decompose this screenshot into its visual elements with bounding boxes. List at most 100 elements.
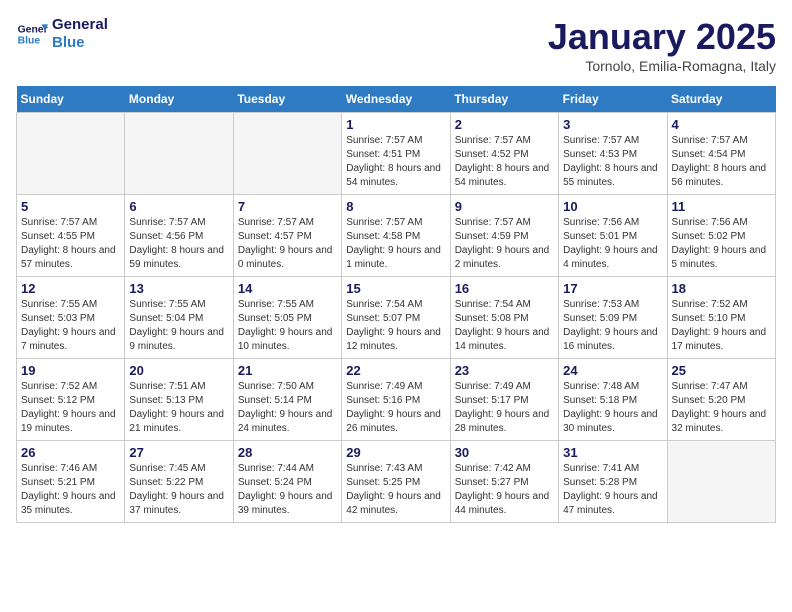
header: General Blue General Blue January 2025 T… <box>16 16 776 74</box>
calendar-cell: 3 Sunrise: 7:57 AMSunset: 4:53 PMDaylight… <box>559 113 667 195</box>
location-subtitle: Tornolo, Emilia-Romagna, Italy <box>548 58 776 74</box>
day-info: Sunrise: 7:57 AMSunset: 4:58 PMDaylight:… <box>346 216 445 272</box>
day-info: Sunrise: 7:57 AMSunset: 4:53 PMDaylight:… <box>563 134 662 190</box>
day-info: Sunrise: 7:56 AMSunset: 5:02 PMDaylight:… <box>672 216 771 272</box>
calendar-cell <box>17 113 125 195</box>
calendar-cell: 28Sunrise: 7:44 AMSunset: 5:24 PMDayligh… <box>233 441 341 523</box>
logo: General Blue General Blue <box>16 16 108 52</box>
day-number: 11 <box>672 199 771 214</box>
day-info: Sunrise: 7:49 AMSunset: 5:16 PMDaylight:… <box>346 380 445 436</box>
day-number: 13 <box>129 281 228 296</box>
calendar-cell: 10 Sunrise: 7:56 AMSunset: 5:01 PMDayligh… <box>559 195 667 277</box>
day-info: Sunrise: 7:45 AMSunset: 5:22 PMDaylight:… <box>129 462 228 518</box>
day-number: 24 <box>563 363 662 378</box>
calendar-cell <box>667 441 775 523</box>
calendar-cell: 2 Sunrise: 7:57 AMSunset: 4:52 PMDaylight… <box>450 113 558 195</box>
day-number: 26 <box>21 445 120 460</box>
day-number: 25 <box>672 363 771 378</box>
calendar-week-3: 12 Sunrise: 7:55 AMSunset: 5:03 PMDayligh… <box>17 277 776 359</box>
day-info: Sunrise: 7:52 AMSunset: 5:12 PMDaylight:… <box>21 380 120 436</box>
day-number: 22 <box>346 363 445 378</box>
calendar-cell: 7 Sunrise: 7:57 AMSunset: 4:57 PMDaylight… <box>233 195 341 277</box>
day-info: Sunrise: 7:56 AMSunset: 5:01 PMDaylight:… <box>563 216 662 272</box>
calendar-cell: 29Sunrise: 7:43 AMSunset: 5:25 PMDayligh… <box>342 441 450 523</box>
day-number: 6 <box>129 199 228 214</box>
column-header-friday: Friday <box>559 86 667 113</box>
day-info: Sunrise: 7:54 AMSunset: 5:07 PMDaylight:… <box>346 298 445 354</box>
day-info: Sunrise: 7:49 AMSunset: 5:17 PMDaylight:… <box>455 380 554 436</box>
calendar-cell: 18 Sunrise: 7:52 AMSunset: 5:10 PMDayligh… <box>667 277 775 359</box>
column-header-thursday: Thursday <box>450 86 558 113</box>
calendar-week-5: 26 Sunrise: 7:46 AMSunset: 5:21 PMDayligh… <box>17 441 776 523</box>
day-info: Sunrise: 7:52 AMSunset: 5:10 PMDaylight:… <box>672 298 771 354</box>
logo-text-line2: Blue <box>52 34 108 52</box>
day-number: 31 <box>563 445 662 460</box>
day-info: Sunrise: 7:57 AMSunset: 4:51 PMDaylight:… <box>346 134 445 190</box>
day-info: Sunrise: 7:54 AMSunset: 5:08 PMDaylight:… <box>455 298 554 354</box>
calendar-cell <box>125 113 233 195</box>
day-number: 12 <box>21 281 120 296</box>
svg-text:Blue: Blue <box>18 36 41 47</box>
day-info: Sunrise: 7:55 AMSunset: 5:03 PMDaylight:… <box>21 298 120 354</box>
day-number: 21 <box>238 363 337 378</box>
calendar-cell: 9Sunrise: 7:57 AMSunset: 4:59 PMDaylight… <box>450 195 558 277</box>
calendar-cell: 21Sunrise: 7:50 AMSunset: 5:14 PMDayligh… <box>233 359 341 441</box>
column-header-monday: Monday <box>125 86 233 113</box>
logo-icon: General Blue <box>16 18 48 50</box>
calendar-cell: 4 Sunrise: 7:57 AMSunset: 4:54 PMDaylight… <box>667 113 775 195</box>
calendar-cell: 12 Sunrise: 7:55 AMSunset: 5:03 PMDayligh… <box>17 277 125 359</box>
calendar-cell: 24 Sunrise: 7:48 AMSunset: 5:18 PMDayligh… <box>559 359 667 441</box>
day-number: 4 <box>672 117 771 132</box>
day-number: 20 <box>129 363 228 378</box>
calendar-cell: 6Sunrise: 7:57 AMSunset: 4:56 PMDaylight… <box>125 195 233 277</box>
day-number: 18 <box>672 281 771 296</box>
day-number: 8 <box>346 199 445 214</box>
day-info: Sunrise: 7:51 AMSunset: 5:13 PMDaylight:… <box>129 380 228 436</box>
title-area: January 2025 Tornolo, Emilia-Romagna, It… <box>548 16 776 74</box>
calendar-cell: 13 Sunrise: 7:55 AMSunset: 5:04 PMDayligh… <box>125 277 233 359</box>
day-number: 14 <box>238 281 337 296</box>
column-header-saturday: Saturday <box>667 86 775 113</box>
column-header-tuesday: Tuesday <box>233 86 341 113</box>
calendar-cell: 8 Sunrise: 7:57 AMSunset: 4:58 PMDaylight… <box>342 195 450 277</box>
calendar-cell: 16 Sunrise: 7:54 AMSunset: 5:08 PMDayligh… <box>450 277 558 359</box>
day-info: Sunrise: 7:41 AMSunset: 5:28 PMDaylight:… <box>563 462 662 518</box>
calendar-cell: 5Sunrise: 7:57 AMSunset: 4:55 PMDaylight… <box>17 195 125 277</box>
calendar-cell: 11 Sunrise: 7:56 AMSunset: 5:02 PMDayligh… <box>667 195 775 277</box>
day-number: 10 <box>563 199 662 214</box>
day-number: 2 <box>455 117 554 132</box>
day-number: 5 <box>21 199 120 214</box>
day-info: Sunrise: 7:57 AMSunset: 4:52 PMDaylight:… <box>455 134 554 190</box>
day-info: Sunrise: 7:57 AMSunset: 4:59 PMDaylight:… <box>455 216 554 272</box>
day-number: 15 <box>346 281 445 296</box>
logo-text-line1: General <box>52 16 108 34</box>
calendar-cell: 17Sunrise: 7:53 AMSunset: 5:09 PMDayligh… <box>559 277 667 359</box>
calendar-cell: 23Sunrise: 7:49 AMSunset: 5:17 PMDayligh… <box>450 359 558 441</box>
day-info: Sunrise: 7:55 AMSunset: 5:04 PMDaylight:… <box>129 298 228 354</box>
day-number: 1 <box>346 117 445 132</box>
calendar-week-4: 19Sunrise: 7:52 AMSunset: 5:12 PMDayligh… <box>17 359 776 441</box>
day-info: Sunrise: 7:42 AMSunset: 5:27 PMDaylight:… <box>455 462 554 518</box>
column-header-sunday: Sunday <box>17 86 125 113</box>
calendar-week-2: 5Sunrise: 7:57 AMSunset: 4:55 PMDaylight… <box>17 195 776 277</box>
calendar-cell: 14Sunrise: 7:55 AMSunset: 5:05 PMDayligh… <box>233 277 341 359</box>
day-info: Sunrise: 7:57 AMSunset: 4:57 PMDaylight:… <box>238 216 337 272</box>
calendar-week-1: 1 Sunrise: 7:57 AMSunset: 4:51 PMDaylight… <box>17 113 776 195</box>
day-number: 7 <box>238 199 337 214</box>
day-info: Sunrise: 7:43 AMSunset: 5:25 PMDaylight:… <box>346 462 445 518</box>
calendar-table: SundayMondayTuesdayWednesdayThursdayFrid… <box>16 86 776 523</box>
calendar-cell: 30 Sunrise: 7:42 AMSunset: 5:27 PMDayligh… <box>450 441 558 523</box>
month-title: January 2025 <box>548 16 776 58</box>
calendar-cell: 31 Sunrise: 7:41 AMSunset: 5:28 PMDayligh… <box>559 441 667 523</box>
day-number: 16 <box>455 281 554 296</box>
day-number: 3 <box>563 117 662 132</box>
day-info: Sunrise: 7:57 AMSunset: 4:54 PMDaylight:… <box>672 134 771 190</box>
column-header-wednesday: Wednesday <box>342 86 450 113</box>
day-info: Sunrise: 7:48 AMSunset: 5:18 PMDaylight:… <box>563 380 662 436</box>
calendar-cell: 26 Sunrise: 7:46 AMSunset: 5:21 PMDayligh… <box>17 441 125 523</box>
day-number: 30 <box>455 445 554 460</box>
calendar-cell <box>233 113 341 195</box>
day-info: Sunrise: 7:46 AMSunset: 5:21 PMDaylight:… <box>21 462 120 518</box>
calendar-cell: 22 Sunrise: 7:49 AMSunset: 5:16 PMDayligh… <box>342 359 450 441</box>
calendar-cell: 15 Sunrise: 7:54 AMSunset: 5:07 PMDayligh… <box>342 277 450 359</box>
